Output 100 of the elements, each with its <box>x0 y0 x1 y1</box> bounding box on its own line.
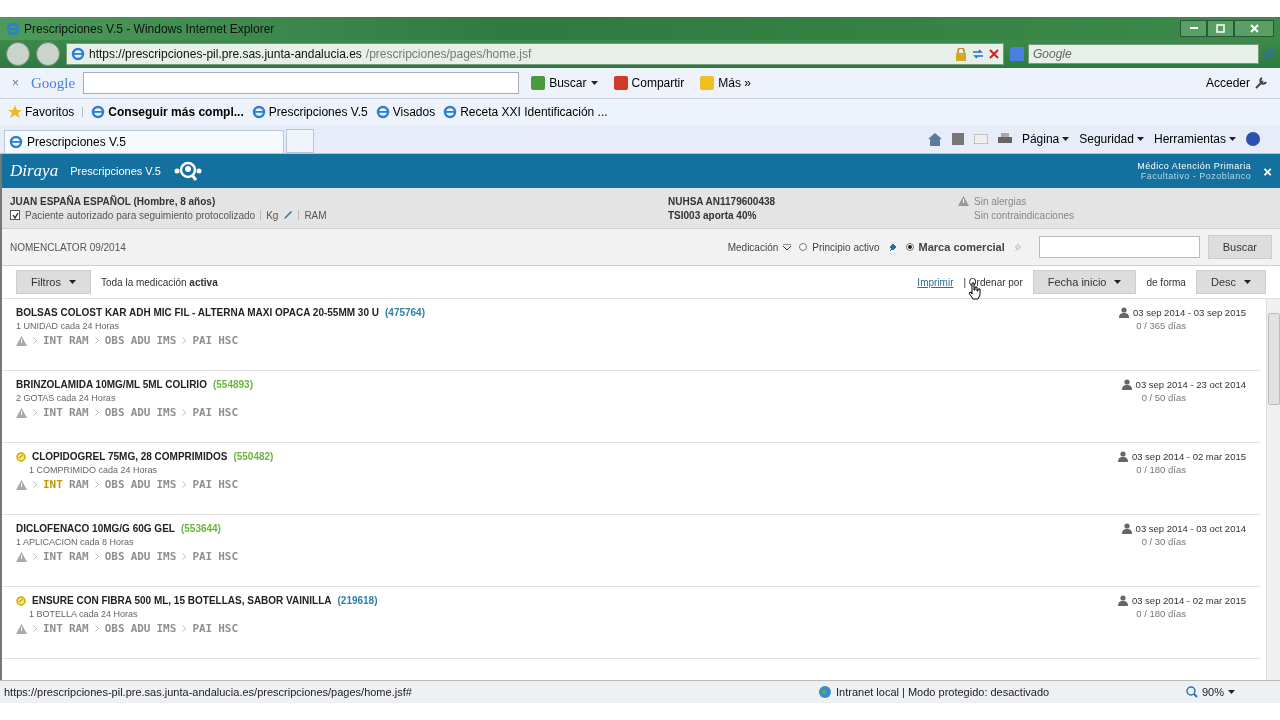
command-menu[interactable]: Seguridad <box>1079 132 1144 146</box>
page-icon <box>375 105 390 119</box>
favorite-link[interactable]: Prescripciones V.5 <box>251 105 368 119</box>
search-mode-radio[interactable]: Principio activo <box>799 241 880 253</box>
sort-field-dropdown[interactable]: Fecha inicio <box>1032 270 1137 294</box>
toolbar-button[interactable]: Más » <box>696 76 755 90</box>
tsi-text: TSI003 aporta 40% <box>668 209 758 221</box>
indicator-tag[interactable]: ADU <box>130 622 151 635</box>
sign-in-button[interactable]: Acceder <box>1201 76 1272 90</box>
indicator-tag[interactable]: INT <box>43 622 63 635</box>
warning-icon <box>16 335 27 346</box>
close-button[interactable] <box>1234 20 1274 37</box>
zoom-icon[interactable] <box>1186 686 1198 698</box>
indicator-tag[interactable]: IMS <box>156 478 177 491</box>
address-field[interactable]: https://prescripciones-pil.pre.sas.junta-andalucia.es /prescripciones/pages/home.jsf <box>66 43 1004 65</box>
browser-tab[interactable]: Prescripciones V.5 <box>4 130 284 153</box>
minimize-button[interactable] <box>1180 20 1207 37</box>
filters-button[interactable]: Filtros <box>16 270 91 294</box>
command-menu[interactable]: Herramientas <box>1153 132 1236 146</box>
command-menu[interactable]: Página <box>1021 132 1070 146</box>
indicator-tag[interactable]: RAM <box>68 334 89 347</box>
toolbar-search-field[interactable] <box>83 72 520 94</box>
indicator-tag[interactable]: INT <box>43 550 63 563</box>
indicator-tag[interactable]: ADU <box>130 478 151 491</box>
stop-icon[interactable] <box>989 49 999 59</box>
indicator-tag[interactable]: RAM <box>68 622 89 635</box>
indicator-tag[interactable]: ADU <box>130 406 151 419</box>
scrollbar[interactable] <box>1266 299 1280 680</box>
indicator-tag[interactable]: OBS <box>104 622 125 635</box>
favorite-link[interactable]: Visados <box>375 105 436 119</box>
person-icon <box>1121 379 1132 390</box>
ram-label: RAM <box>304 209 327 221</box>
toolbar-button[interactable]: Buscar <box>527 76 602 90</box>
zoom-level[interactable]: 90% <box>1202 686 1225 698</box>
lock-icon <box>955 47 967 61</box>
close-session-button[interactable]: × <box>1263 162 1272 180</box>
indicator-tag[interactable]: HSC <box>218 406 239 419</box>
indicator-tag[interactable]: PAI <box>192 550 213 563</box>
indicator-tag[interactable]: PAI <box>192 622 213 635</box>
search-mode-radio[interactable]: Marca comercial <box>905 241 1005 253</box>
indicator-tag[interactable]: IMS <box>156 406 177 419</box>
indicator-tag[interactable]: HSC <box>218 478 239 491</box>
indicator-tag[interactable]: INT <box>43 478 63 491</box>
indicator-tag[interactable]: HSC <box>218 550 239 563</box>
ie-icon <box>6 21 20 36</box>
minimize-icon <box>1189 27 1198 30</box>
print-icon[interactable] <box>997 133 1012 145</box>
favorites-button[interactable]: Favoritos <box>8 105 75 119</box>
order-dropdown[interactable]: Desc <box>1195 270 1266 294</box>
back-button[interactable] <box>6 42 30 66</box>
indicator-tag[interactable]: HSC <box>218 334 239 347</box>
refresh-icon[interactable] <box>971 48 985 60</box>
indicator-tag[interactable]: RAM <box>68 550 89 563</box>
indicator-tag[interactable]: PAI <box>192 478 213 491</box>
caret-icon <box>1114 280 1122 284</box>
help-icon[interactable] <box>1246 132 1260 146</box>
search-field[interactable]: Google <box>1028 44 1259 64</box>
favorite-link[interactable]: Receta XXI Identificación ... <box>443 105 608 119</box>
toolbar-icon <box>613 76 628 90</box>
chevron-icon <box>33 625 37 632</box>
indicator-tag[interactable]: HSC <box>218 622 239 635</box>
search-button[interactable]: Buscar <box>1207 235 1272 259</box>
close-toolbar-button[interactable]: × <box>8 76 23 90</box>
indicator-tag[interactable]: IMS <box>156 334 177 347</box>
indicator-tag[interactable]: IMS <box>156 622 177 635</box>
warning-icon <box>16 623 27 634</box>
forward-button[interactable] <box>36 42 60 66</box>
indicator-tag[interactable]: OBS <box>104 334 125 347</box>
indicator-tag[interactable]: OBS <box>104 406 125 419</box>
indicator-tag[interactable]: OBS <box>104 478 125 491</box>
days-count: 0 / 50 días <box>1141 392 1187 403</box>
maximize-button[interactable] <box>1207 20 1234 37</box>
indicator-tag[interactable]: ADU <box>130 334 151 347</box>
authorized-checkbox[interactable] <box>10 210 20 220</box>
scope-text: Toda la medicación activa <box>100 276 218 288</box>
home-icon[interactable] <box>927 132 942 146</box>
indicator-tag[interactable]: IMS <box>156 550 177 563</box>
person-icon <box>1117 451 1128 462</box>
medication-menu[interactable]: Medicación <box>727 241 792 253</box>
ie-icon <box>9 135 23 149</box>
allergies-text: Sin alergias <box>974 195 1027 207</box>
favorite-link[interactable]: Conseguir más compl... <box>91 105 244 119</box>
caret-icon <box>590 81 598 85</box>
toolbar-button[interactable]: Compartir <box>609 76 689 90</box>
indicator-tag[interactable]: PAI <box>192 334 213 347</box>
indicator-tag[interactable]: OBS <box>104 550 125 563</box>
caret-icon <box>1136 137 1144 141</box>
weight-label: Kg <box>266 209 279 221</box>
search-input[interactable] <box>1038 236 1200 258</box>
indicator-tag[interactable]: ADU <box>130 550 151 563</box>
pencil-icon[interactable] <box>283 210 294 220</box>
print-link[interactable]: Imprimir <box>917 276 954 288</box>
indicator-tag[interactable]: RAM <box>68 406 89 419</box>
indicator-tag[interactable]: PAI <box>192 406 213 419</box>
window-title: Prescripciones V.5 - Windows Internet Explorer <box>24 21 276 36</box>
indicator-tag[interactable]: RAM <box>68 478 89 491</box>
indicator-tag[interactable]: INT <box>43 406 63 419</box>
pin-icon[interactable] <box>887 242 898 252</box>
chevron-icon <box>182 409 187 416</box>
indicator-tag[interactable]: INT <box>43 334 63 347</box>
